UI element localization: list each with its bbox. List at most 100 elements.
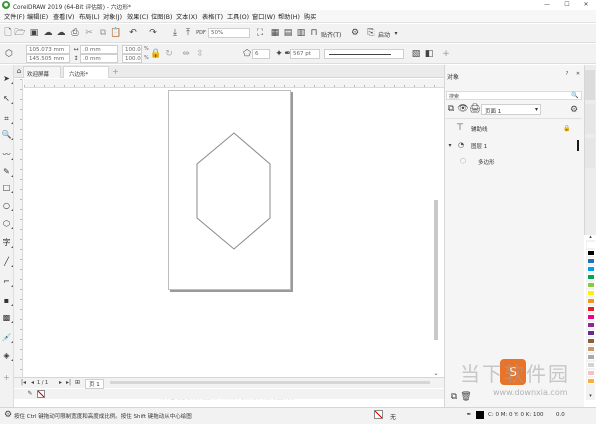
zoom-level-select[interactable]: 50% xyxy=(208,28,250,38)
lock-layer-icon[interactable]: 🖨 xyxy=(469,104,480,114)
menu-window[interactable]: 窗口(W) xyxy=(252,12,275,21)
paste-icon[interactable]: 📋 xyxy=(110,28,121,39)
palette-swatch[interactable] xyxy=(587,330,595,336)
minimize-button[interactable]: — xyxy=(540,0,554,10)
menu-text[interactable]: 文本(X) xyxy=(176,12,197,21)
layer-visibility-icon[interactable]: ◔ xyxy=(456,140,466,151)
objects-search-input[interactable]: 搜索 🔍 xyxy=(446,91,582,100)
chevron-down-icon[interactable]: ▾ xyxy=(392,29,400,38)
guides-lock-icon[interactable]: 🔒 xyxy=(563,123,571,134)
rotate-icon[interactable]: ↻ xyxy=(165,48,173,60)
zoom-tool-icon[interactable]: 🔍 xyxy=(0,129,13,140)
grid-icon[interactable]: ▤ xyxy=(283,28,293,39)
page-tab[interactable]: 页 1 xyxy=(85,379,104,389)
save-icon[interactable]: ▣ xyxy=(29,28,39,39)
full-screen-icon[interactable]: ⛶ xyxy=(255,28,265,39)
launch-icon[interactable]: ⎘ xyxy=(366,28,376,39)
add-icon[interactable]: + xyxy=(441,49,451,59)
docker-tab-hints[interactable] xyxy=(585,138,595,168)
menu-tools[interactable]: 工具(O) xyxy=(227,12,249,21)
menu-bitmaps[interactable]: 位图(B) xyxy=(151,12,172,21)
mirror-h-icon[interactable]: ⇹ xyxy=(181,48,191,60)
prev-page-icon[interactable]: ◂ xyxy=(29,378,36,387)
preset-icon[interactable]: ⬡ xyxy=(3,48,15,60)
redo-icon[interactable]: ↷ xyxy=(147,28,159,39)
palette-swatch[interactable] xyxy=(587,314,595,320)
menu-table[interactable]: 表格(T) xyxy=(202,12,223,21)
height-field[interactable]: .0 mm xyxy=(80,54,118,63)
next-page-icon[interactable]: ▸ xyxy=(57,378,64,387)
tab-welcome-screen[interactable]: 欢迎屏幕 xyxy=(23,66,61,78)
polygon-tool-icon[interactable]: ⬡ xyxy=(0,218,13,229)
rectangle-tool-icon[interactable]: □ xyxy=(0,182,13,193)
launch-button[interactable]: 启动 xyxy=(378,30,390,39)
palette-swatch[interactable] xyxy=(587,250,595,256)
publish-pdf-icon[interactable]: PDF xyxy=(196,28,206,39)
artistic-media-icon[interactable]: ✎ xyxy=(0,166,13,177)
color-eyedropper-icon[interactable]: 💉 xyxy=(0,332,13,343)
menu-buy[interactable]: 购买 xyxy=(304,12,316,21)
lock-ratio-icon[interactable]: 🔒 xyxy=(150,48,161,60)
palette-scroll-down-icon[interactable]: ▾ xyxy=(586,393,595,399)
object-row-polygon[interactable]: ⬡ 多边形 xyxy=(446,156,578,167)
canvas-scrollbar-h[interactable] xyxy=(110,381,430,384)
hexagon-outline[interactable] xyxy=(196,132,271,250)
cut-icon[interactable]: ✂ xyxy=(84,28,94,39)
docker-help-icon[interactable]: ? xyxy=(563,70,571,78)
new-tab-icon[interactable]: + xyxy=(111,67,120,76)
palette-swatch[interactable] xyxy=(587,338,595,344)
hexagon-shape[interactable] xyxy=(194,132,272,250)
delete-icon[interactable]: 🗑 xyxy=(460,392,471,402)
palette-swatch[interactable] xyxy=(587,258,595,264)
docker-tab-properties[interactable] xyxy=(585,104,595,134)
outline-width-field[interactable]: 567 pt xyxy=(290,49,320,59)
options-gear-icon[interactable]: ⚙ xyxy=(350,28,360,39)
docker-close-icon[interactable]: ✕ xyxy=(574,70,582,78)
palette-swatch[interactable] xyxy=(587,370,595,376)
width-field[interactable]: .0 mm xyxy=(80,45,118,54)
menu-view[interactable]: 查看(V) xyxy=(53,12,74,21)
cloud-download-icon[interactable]: ☁ xyxy=(43,28,53,39)
magnet-icon[interactable]: ⊓ xyxy=(309,28,319,39)
connector-tool-icon[interactable]: ⌐ xyxy=(0,276,13,287)
rulers-icon[interactable]: ▦ xyxy=(270,28,280,39)
interactive-fill-icon[interactable]: ◈ xyxy=(0,350,13,361)
parallel-dimension-icon[interactable]: ╱ xyxy=(0,256,13,267)
layer-icon[interactable]: ⧉ xyxy=(446,104,456,114)
print-icon[interactable]: ⎙ xyxy=(70,28,80,39)
wrap-text-icon[interactable]: ▧ xyxy=(411,49,421,59)
open-icon[interactable]: 🗁 xyxy=(14,28,25,39)
freehand-tool-icon[interactable]: 〰 xyxy=(0,149,13,160)
palette-swatch[interactable] xyxy=(587,298,595,304)
ellipse-tool-icon[interactable]: ○ xyxy=(0,200,13,211)
crop-tool-icon[interactable]: ⌗ xyxy=(0,113,13,124)
expand-chevron-icon[interactable]: ▾ xyxy=(446,140,454,151)
new-layer-icon[interactable]: ⧉ xyxy=(449,392,459,402)
scroll-down-icon[interactable]: ⌄ xyxy=(432,370,440,378)
polygon-sides-field[interactable]: 6 xyxy=(252,49,270,59)
status-gear-icon[interactable]: ⚙ xyxy=(3,410,13,420)
menu-edit[interactable]: 编辑(E) xyxy=(27,12,48,21)
no-color-swatch[interactable] xyxy=(37,390,45,398)
eyedropper-icon[interactable]: ✎ xyxy=(26,390,34,398)
copy-icon[interactable]: ⧉ xyxy=(98,28,108,39)
docker-tab-objects[interactable] xyxy=(585,70,595,100)
tab-document[interactable]: 六边形* xyxy=(63,66,109,78)
menu-help[interactable]: 帮助(H) xyxy=(278,12,300,21)
palette-swatch[interactable] xyxy=(587,266,595,272)
palette-swatch[interactable] xyxy=(587,290,595,296)
canvas-scrollbar-v[interactable] xyxy=(434,200,438,340)
palette-swatch[interactable] xyxy=(587,346,595,352)
docker-options-icon[interactable]: ⚙ xyxy=(568,104,580,116)
scale-x-field[interactable]: 100.0 xyxy=(122,45,142,54)
object-row-layer1[interactable]: ▾ ◔ 图层 1 xyxy=(446,140,578,151)
shape-tool-icon[interactable]: ↖ xyxy=(0,93,13,104)
first-page-icon[interactable]: |◂ xyxy=(20,378,27,387)
mirror-v-icon[interactable]: ⇳ xyxy=(195,48,205,60)
object-row-guides[interactable]: ⊤ 辅助线 🔒 xyxy=(446,123,578,134)
show-icon[interactable]: 👁 xyxy=(457,104,468,114)
text-tool-icon[interactable]: 字 xyxy=(0,237,13,248)
transparency-icon[interactable]: ▩ xyxy=(0,312,13,323)
import-icon[interactable]: ⤓ xyxy=(170,28,180,39)
palette-swatch[interactable] xyxy=(587,242,595,248)
